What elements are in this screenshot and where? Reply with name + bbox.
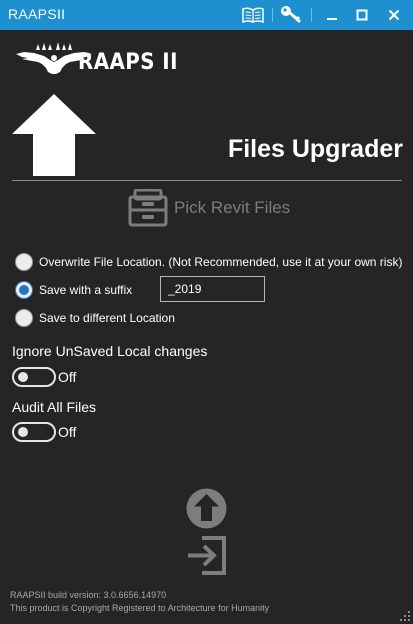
audit-files-state: Off <box>58 424 77 440</box>
logo-text: RAAPS II <box>78 50 178 75</box>
resize-grip-icon[interactable] <box>399 610 411 622</box>
pick-revit-files-button[interactable]: Pick Revit Files <box>128 188 298 228</box>
radio-different-location-label: Save to different Location <box>39 311 175 325</box>
titlebar-divider <box>272 8 273 22</box>
toggle-knob <box>18 427 28 437</box>
toggle-switch[interactable] <box>12 422 56 442</box>
title-bar: RAAPSII <box>0 0 413 30</box>
ignore-unsaved-label: Ignore UnSaved Local changes <box>12 343 208 359</box>
window-title: RAAPSII <box>8 6 66 22</box>
key-icon[interactable] <box>278 0 304 30</box>
radio-different-location[interactable]: Save to different Location <box>15 309 175 327</box>
divider <box>12 180 402 181</box>
close-icon[interactable] <box>380 0 408 30</box>
titlebar-divider <box>311 8 312 22</box>
minimize-icon[interactable] <box>318 0 346 30</box>
radio-button[interactable] <box>15 309 33 327</box>
ignore-unsaved-toggle[interactable]: Off <box>12 367 76 387</box>
page-title: Files Upgrader <box>227 135 403 163</box>
book-icon[interactable] <box>240 0 266 30</box>
radio-suffix[interactable]: Save with a suffix <box>15 281 132 299</box>
copyright-notice: This product is Copyright Registered to … <box>10 603 270 613</box>
radio-button[interactable] <box>15 253 33 271</box>
toggle-switch[interactable] <box>12 367 56 387</box>
sign-in-icon[interactable] <box>186 535 228 576</box>
audit-files-toggle[interactable]: Off <box>12 422 76 442</box>
ignore-unsaved-state: Off <box>58 369 77 385</box>
file-cabinet-icon <box>128 189 168 227</box>
radio-suffix-label: Save with a suffix <box>39 283 133 297</box>
radio-button-selected[interactable] <box>15 281 33 299</box>
audit-files-label: Audit All Files <box>12 399 97 415</box>
pick-revit-files-label: Pick Revit Files <box>174 198 291 217</box>
suffix-input[interactable] <box>160 276 265 302</box>
maximize-icon[interactable] <box>348 0 376 30</box>
upload-arrow-icon <box>12 94 96 176</box>
radio-dot <box>19 285 29 295</box>
build-version: RAAPSII build version: 3.0.6656.14970 <box>10 590 167 600</box>
circle-arrow-up-icon[interactable] <box>186 488 227 529</box>
toggle-knob <box>18 372 28 382</box>
radio-overwrite[interactable]: Overwrite File Location. (Not Recommende… <box>15 253 402 271</box>
radio-overwrite-label: Overwrite File Location. (Not Recommende… <box>39 255 403 269</box>
